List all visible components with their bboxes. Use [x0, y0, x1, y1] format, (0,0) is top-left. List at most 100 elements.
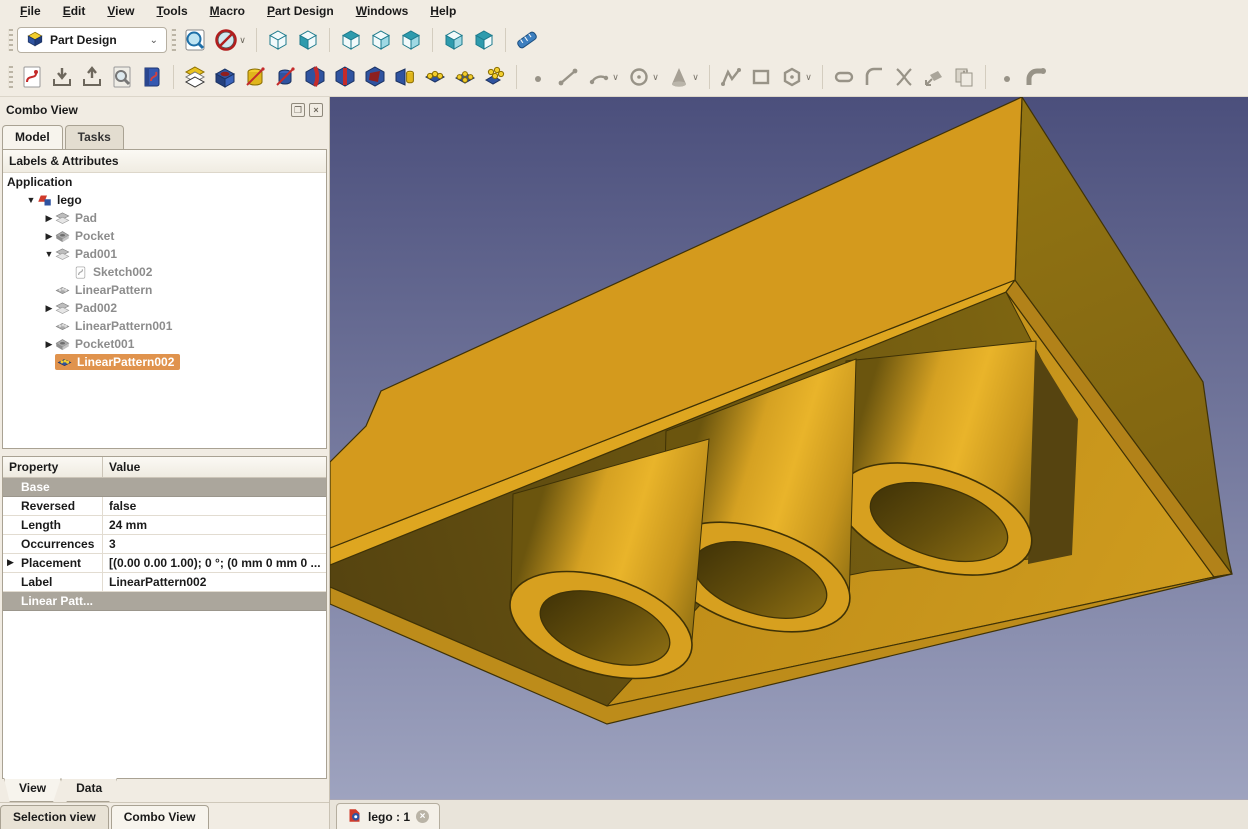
sketch-circle-button[interactable]: ∨ [623, 62, 663, 92]
property-group-linear-patt-[interactable]: Linear Patt... [3, 592, 326, 611]
toolbar-grip[interactable] [8, 66, 13, 88]
view-left-button[interactable] [469, 25, 499, 55]
tree-item-linearpattern002[interactable]: LinearPattern002 [3, 353, 326, 371]
menu-help[interactable]: Help [420, 2, 466, 20]
document-tab[interactable]: lego : 1 × [336, 803, 440, 829]
tree-item-pocket001[interactable]: ▶Pocket001 [3, 335, 326, 353]
view-axonometric-button[interactable] [263, 25, 293, 55]
sketch-polygon-button[interactable]: ∨ [776, 62, 816, 92]
property-value[interactable]: 3 [103, 535, 326, 553]
pocket-button[interactable] [210, 62, 240, 92]
combo-view-titlebar[interactable]: Combo View ❐ × [0, 97, 329, 123]
property-value[interactable]: false [103, 497, 326, 515]
toolbar-grip[interactable] [8, 29, 13, 51]
draw-style-button[interactable]: ∨ [210, 25, 250, 55]
menu-part-design[interactable]: Part Design [257, 2, 344, 20]
panel-splitter[interactable] [0, 449, 329, 456]
view-rear-button[interactable] [396, 25, 426, 55]
view-sketch-button[interactable] [107, 62, 137, 92]
dropdown-caret-icon[interactable]: ∨ [805, 72, 812, 83]
menu-windows[interactable]: Windows [346, 2, 419, 20]
tree-item-application[interactable]: Application [3, 173, 326, 191]
tree-expander[interactable]: ▶ [43, 213, 55, 224]
close-tab-icon[interactable]: × [416, 810, 429, 823]
close-panel-icon[interactable]: × [309, 103, 323, 117]
tree-expander[interactable]: ▼ [25, 195, 37, 205]
menu-file[interactable]: File [10, 2, 51, 20]
sketch-elbow-button[interactable] [1022, 62, 1052, 92]
sketch-trim-button[interactable] [889, 62, 919, 92]
view-bottom-button[interactable] [439, 25, 469, 55]
tab-view[interactable]: View [4, 778, 61, 802]
leave-sketch-button[interactable] [77, 62, 107, 92]
toolbar-grip[interactable] [171, 29, 176, 51]
validate-sketch-button[interactable] [137, 62, 167, 92]
sketch-line-button[interactable] [553, 62, 583, 92]
pad-button[interactable] [180, 62, 210, 92]
sketch-rectangle-button[interactable] [746, 62, 776, 92]
tab-model[interactable]: Model [2, 125, 63, 149]
sketch-point2-button[interactable] [992, 62, 1022, 92]
property-group-base[interactable]: Base [3, 478, 326, 497]
property-row-occurrences[interactable]: Occurrences3 [3, 535, 326, 554]
attach-sketch-button[interactable] [47, 62, 77, 92]
sketch-slot-button[interactable] [829, 62, 859, 92]
tree-expander[interactable]: ▼ [43, 249, 55, 259]
polar-pattern-button[interactable] [450, 62, 480, 92]
float-panel-icon[interactable]: ❐ [291, 103, 305, 117]
tree-expander[interactable]: ▶ [43, 231, 55, 242]
dropdown-caret-icon[interactable]: ∨ [239, 35, 246, 46]
sketch-polyline-button[interactable] [716, 62, 746, 92]
tree-item-sketch002[interactable]: Sketch002 [3, 263, 326, 281]
sketch-fillet-button[interactable] [859, 62, 889, 92]
property-row-length[interactable]: Length24 mm [3, 516, 326, 535]
linear-pattern-button[interactable] [420, 62, 450, 92]
tree-item-lego[interactable]: ▼lego [3, 191, 326, 209]
expand-icon[interactable]: ▶ [7, 557, 14, 568]
tab-data[interactable]: Data [61, 778, 117, 802]
create-sketch-button[interactable] [17, 62, 47, 92]
tree-expander[interactable]: ▶ [43, 303, 55, 314]
menu-edit[interactable]: Edit [53, 2, 96, 20]
sketch-point-button[interactable] [523, 62, 553, 92]
toggle-selection-view[interactable]: Selection view [0, 805, 109, 829]
menu-macro[interactable]: Macro [200, 2, 255, 20]
fillet-button[interactable] [300, 62, 330, 92]
revolution-button[interactable] [240, 62, 270, 92]
dropdown-caret-icon[interactable]: ∨ [692, 72, 699, 83]
tree-item-pad001[interactable]: ▼Pad001 [3, 245, 326, 263]
property-value[interactable]: LinearPattern002 [103, 573, 326, 591]
tab-tasks[interactable]: Tasks [65, 125, 124, 149]
tree-item-pad002[interactable]: ▶Pad002 [3, 299, 326, 317]
tree-item-pocket[interactable]: ▶Pocket [3, 227, 326, 245]
sketch-conic-button[interactable]: ∨ [663, 62, 703, 92]
property-row-placement[interactable]: ▶Placement[(0.00 0.00 1.00); 0 °; (0 mm … [3, 554, 326, 573]
chamfer-button[interactable] [330, 62, 360, 92]
mirrored-button[interactable] [390, 62, 420, 92]
dropdown-caret-icon[interactable]: ∨ [612, 72, 619, 83]
multi-transform-button[interactable] [480, 62, 510, 92]
menu-tools[interactable]: Tools [147, 2, 198, 20]
view-front-button[interactable] [293, 25, 323, 55]
draft-button[interactable] [360, 62, 390, 92]
groove-button[interactable] [270, 62, 300, 92]
toggle-combo-view[interactable]: Combo View [111, 805, 209, 829]
property-row-label[interactable]: LabelLinearPattern002 [3, 573, 326, 592]
workbench-selector[interactable]: Part Design ⌄ [17, 27, 167, 53]
measure-button[interactable] [512, 25, 542, 55]
property-row-reversed[interactable]: Reversedfalse [3, 497, 326, 516]
tree-expander[interactable]: ▶ [43, 339, 55, 350]
fit-all-button[interactable] [180, 25, 210, 55]
property-value[interactable]: [(0.00 0.00 1.00); 0 °; (0 mm 0 mm 0 ... [103, 554, 326, 572]
tree-item-pad[interactable]: ▶Pad [3, 209, 326, 227]
property-value[interactable]: 24 mm [103, 516, 326, 534]
3d-viewport[interactable] [330, 97, 1248, 799]
menu-view[interactable]: View [97, 2, 144, 20]
sketch-carboncopy-button[interactable] [949, 62, 979, 92]
dropdown-caret-icon[interactable]: ∨ [652, 72, 659, 83]
view-right-button[interactable] [366, 25, 396, 55]
sketch-arc-button[interactable]: ∨ [583, 62, 623, 92]
tree-item-linearpattern[interactable]: LinearPattern [3, 281, 326, 299]
view-top-button[interactable] [336, 25, 366, 55]
sketch-external-button[interactable] [919, 62, 949, 92]
